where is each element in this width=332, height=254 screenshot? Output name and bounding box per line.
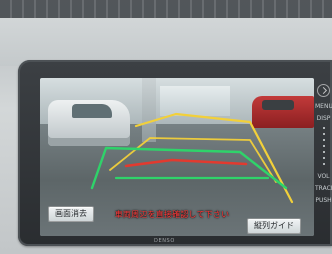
camera-view: 画面消去 車両周辺を直接確認して下さい 縦列ガイド	[40, 78, 314, 236]
parallel-parking-guide-button[interactable]: 縦列ガイド	[247, 218, 301, 234]
air-vents	[0, 0, 332, 18]
safety-warning-text: 車両周辺を直接確認して下さい	[114, 210, 230, 219]
disp-label: DISP	[316, 115, 331, 122]
push-label: PUSH	[315, 197, 332, 204]
yellow-guide	[134, 112, 294, 204]
rear-camera-screen: 画面消去 車両周辺を直接確認して下さい 縦列ガイド	[40, 78, 314, 236]
hide-overlay-button[interactable]: 画面消去	[48, 206, 94, 222]
volume-dots	[322, 127, 325, 167]
menu-label: MENU	[315, 103, 332, 110]
green-guide	[90, 146, 288, 190]
device-brand: DENSO	[154, 238, 175, 244]
dashboard-photo: 画面消去 車両周辺を直接確認して下さい 縦列ガイド MENU DISP VOL …	[0, 0, 332, 254]
right-control-strip: MENU DISP VOL TRACK PUSH	[315, 84, 332, 234]
vol-label: VOL	[317, 173, 330, 180]
red-guide	[124, 158, 248, 168]
track-label: TRACK	[315, 185, 332, 192]
power-icon	[317, 84, 330, 97]
